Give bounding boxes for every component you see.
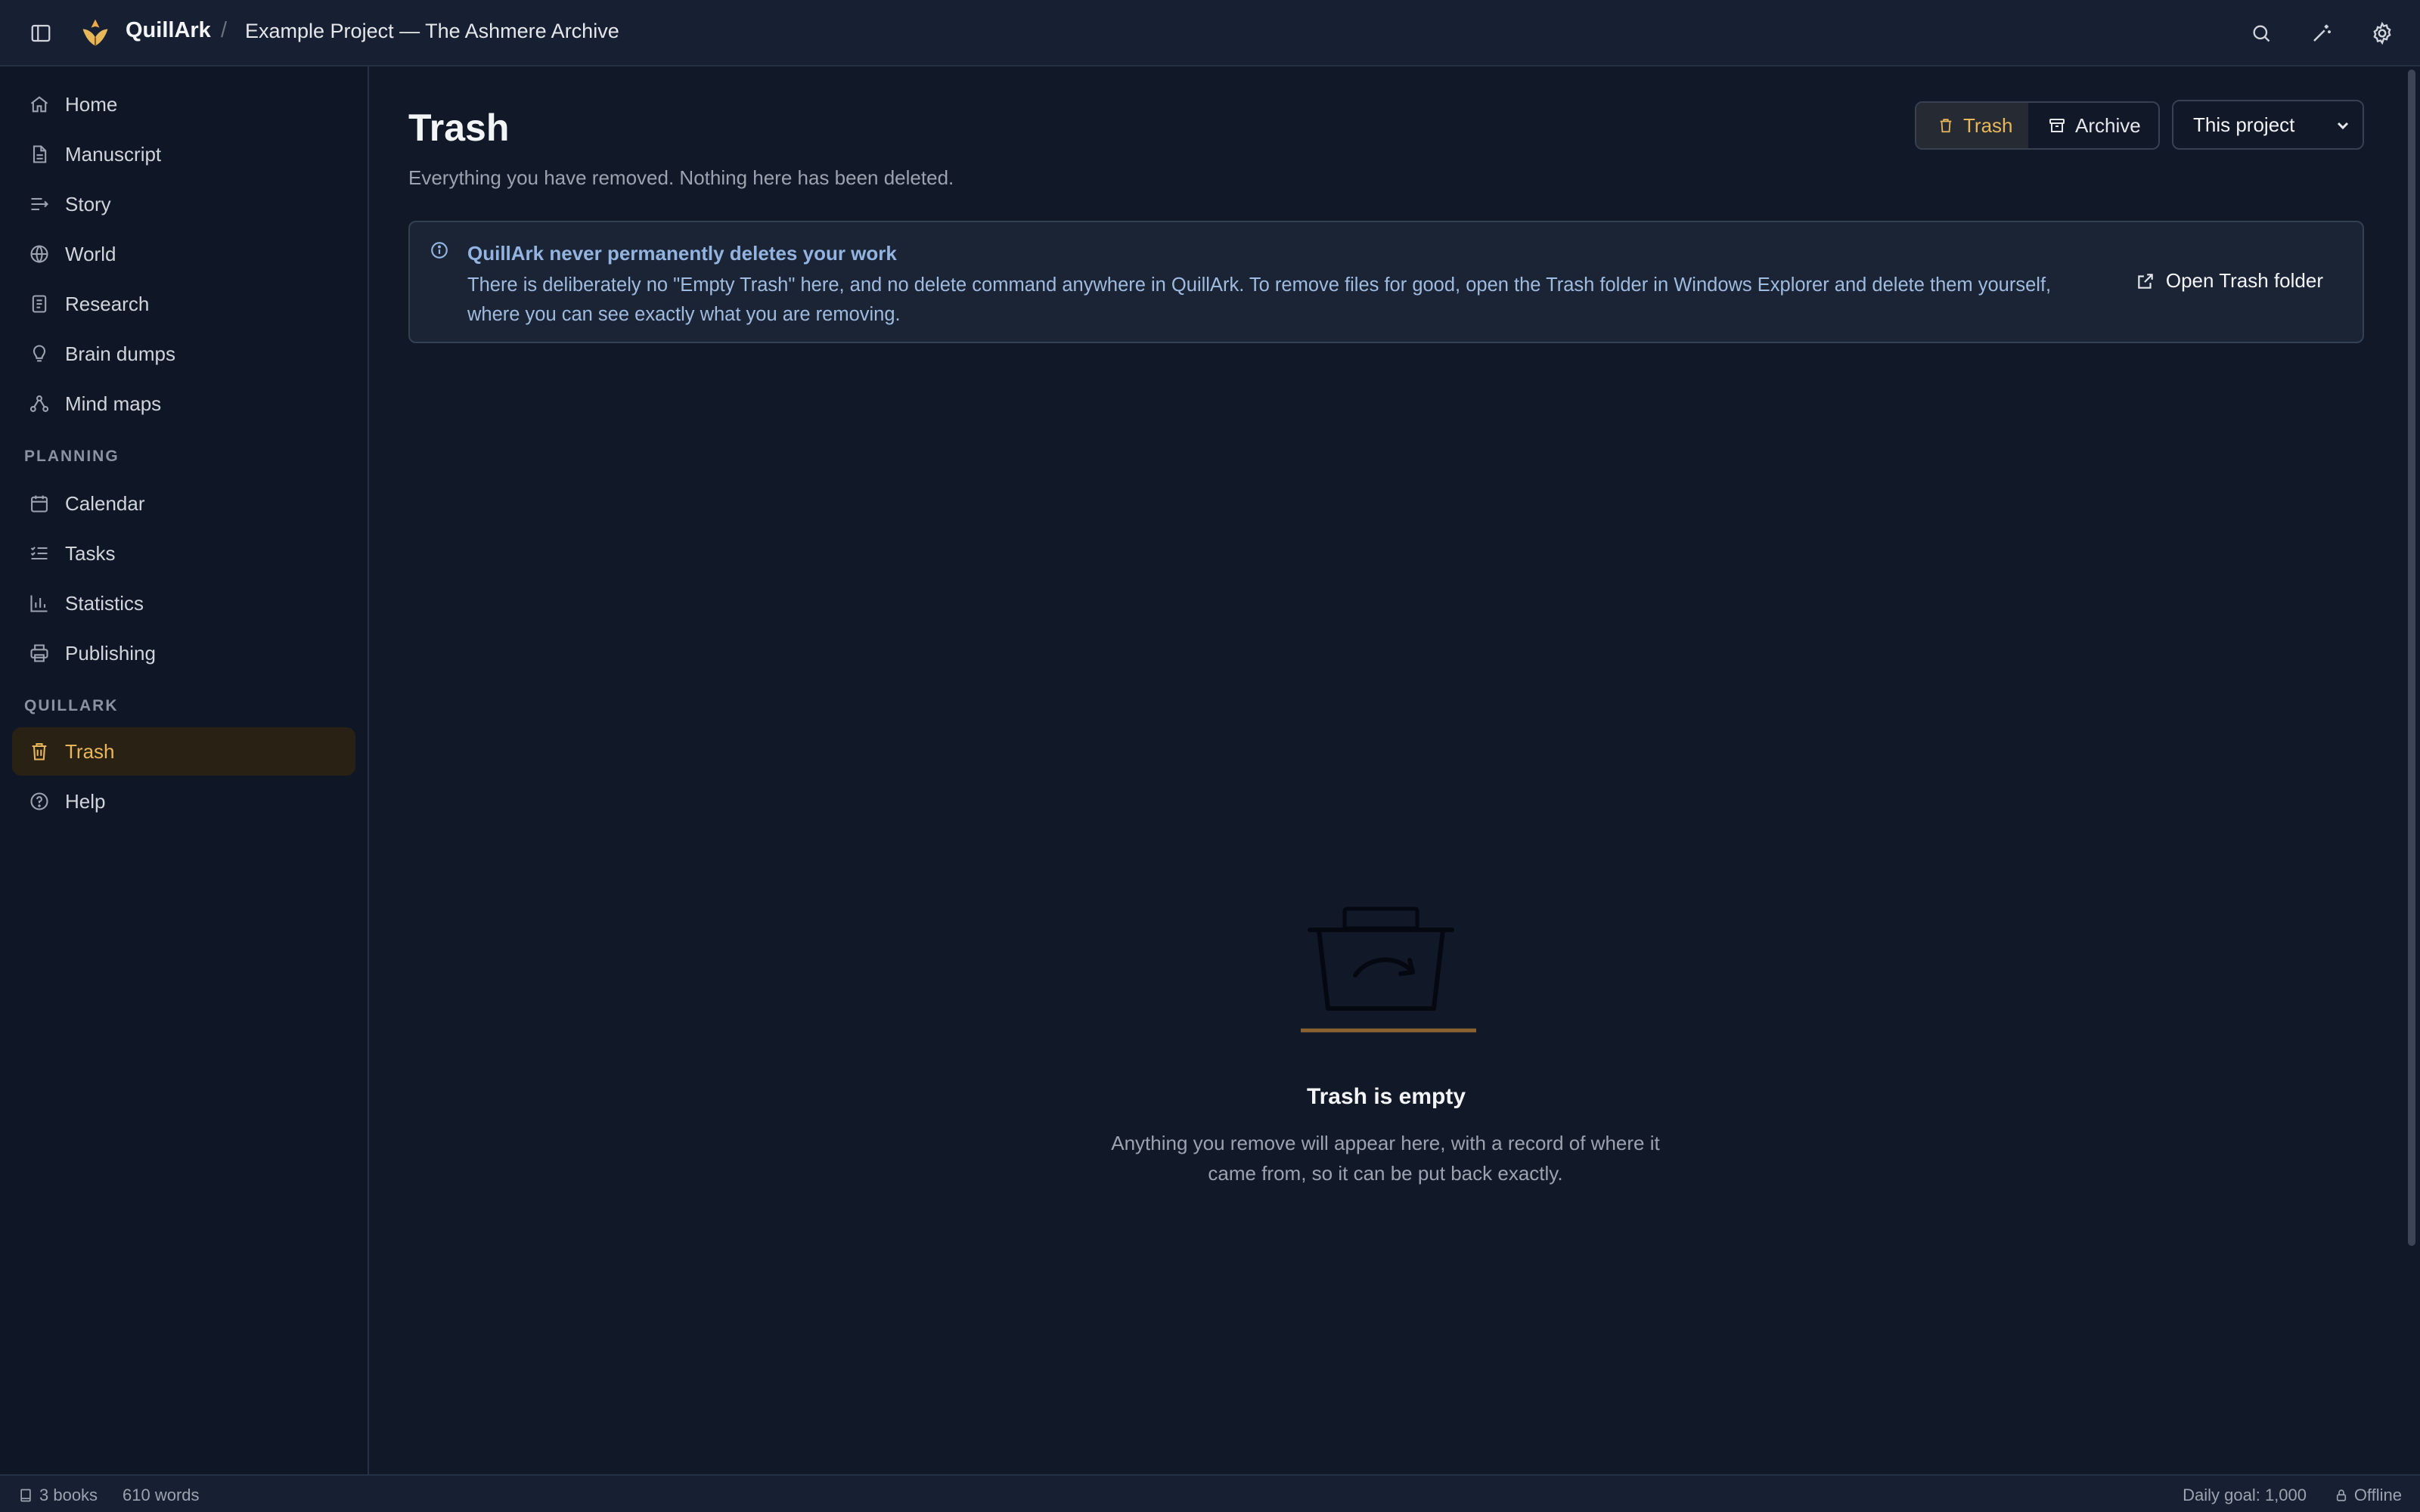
search-icon[interactable] <box>2240 12 2282 54</box>
sidebar-item-help[interactable]: Help <box>12 777 355 826</box>
sidebar: Home Manuscript Story World Research Bra… <box>0 67 369 1474</box>
main-scrollbar[interactable] <box>2408 70 2415 1246</box>
toggle-trash-label: Trash <box>1963 113 2013 137</box>
chart-icon <box>26 590 53 617</box>
help-icon <box>26 788 53 815</box>
toggle-archive-button[interactable]: Archive <box>2028 103 2158 148</box>
connection-status-label: Offline <box>2353 1486 2402 1504</box>
sidebar-item-mind-maps[interactable]: Mind maps <box>12 380 355 428</box>
sidebar-item-label: Trash <box>65 739 115 763</box>
sidebar-item-research[interactable]: Research <box>12 280 355 328</box>
sidebar-item-label: Help <box>65 789 106 813</box>
sidebar-item-brain-dumps[interactable]: Brain dumps <box>12 330 355 378</box>
page-title: Trash <box>408 107 510 149</box>
books-count-label: 3 books <box>39 1486 98 1504</box>
status-bar: 3 books 610 words Daily goal: 1,000 Offl… <box>0 1474 2420 1512</box>
sidebar-item-label: Publishing <box>65 641 156 665</box>
sidebar-item-label: Tasks <box>65 541 116 565</box>
sidebar-item-manuscript[interactable]: Manuscript <box>12 130 355 178</box>
empty-trash-illustration <box>1301 906 1476 1033</box>
sidebar-item-statistics[interactable]: Statistics <box>12 579 355 627</box>
sidebar-item-label: World <box>65 242 116 265</box>
globe-icon <box>26 240 53 268</box>
scope-select-value: This project <box>2193 113 2295 136</box>
trash-archive-toggle: Trash Archive <box>1915 101 2160 150</box>
sidebar-item-label: Calendar <box>65 491 145 515</box>
printer-icon <box>26 640 53 667</box>
sidebar-item-label: Statistics <box>65 591 144 615</box>
trash-icon <box>1940 119 1952 133</box>
sidebar-item-home[interactable]: Home <box>12 80 355 129</box>
trash-icon <box>26 738 53 765</box>
book-icon <box>20 1489 31 1502</box>
books-count[interactable]: 3 books <box>18 1486 98 1505</box>
info-banner: QuillArk never permanently deletes your … <box>408 221 2364 343</box>
story-lines-icon <box>26 191 53 218</box>
info-body: There is deliberately no "Empty Trash" h… <box>467 274 2052 325</box>
sidebar-item-world[interactable]: World <box>12 230 355 278</box>
sidebar-item-trash[interactable]: Trash <box>12 727 355 776</box>
sidebar-item-calendar[interactable]: Calendar <box>12 479 355 528</box>
sidebar-item-story[interactable]: Story <box>12 180 355 228</box>
lock-icon <box>2336 1489 2346 1501</box>
sidebar-item-tasks[interactable]: Tasks <box>12 529 355 578</box>
notes-icon <box>26 290 53 318</box>
breadcrumb-project[interactable]: Example Project — The Ashmere Archive <box>245 20 619 43</box>
daily-goal[interactable]: Daily goal: 1,000 <box>2183 1486 2307 1505</box>
sidebar-toggle-icon[interactable] <box>20 12 62 54</box>
external-link-icon <box>2138 273 2153 289</box>
scope-select[interactable]: This project <box>2172 100 2364 150</box>
top-bar: QuillArk / Example Project — The Ashmere… <box>0 0 2420 67</box>
calendar-icon <box>26 490 53 517</box>
tasks-icon <box>26 540 53 567</box>
empty-state-title: Trash is empty <box>1306 1084 1466 1109</box>
sidebar-item-label: Manuscript <box>65 142 162 166</box>
open-trash-folder-label: Open Trash folder <box>2165 269 2323 292</box>
toggle-trash-button[interactable]: Trash <box>1916 103 2028 148</box>
info-icon <box>431 242 448 259</box>
sidebar-section-quillark: QUILLARK <box>24 697 119 714</box>
page-subtitle: Everything you have removed. Nothing her… <box>408 166 954 189</box>
sidebar-item-label: Brain dumps <box>65 342 175 365</box>
sidebar-section-planning: PLANNING <box>24 448 119 465</box>
sidebar-item-label: Story <box>65 192 111 215</box>
archive-icon <box>2049 119 2065 132</box>
gear-icon[interactable] <box>2361 12 2403 54</box>
document-icon <box>26 141 53 168</box>
lightbulb-icon <box>26 340 53 367</box>
open-trash-folder-button[interactable]: Open Trash folder <box>2136 269 2323 293</box>
sidebar-item-label: Mind maps <box>65 392 162 415</box>
sidebar-item-publishing[interactable]: Publishing <box>12 629 355 677</box>
chevron-down-icon <box>2337 122 2349 130</box>
sidebar-item-label: Home <box>65 92 118 116</box>
app-name[interactable]: QuillArk <box>126 18 211 43</box>
mindmap-icon <box>26 390 53 417</box>
empty-state-body: Anything you remove will appear here, wi… <box>1111 1132 1660 1185</box>
magic-wand-icon[interactable] <box>2301 12 2343 54</box>
quillark-logo <box>79 17 112 50</box>
home-icon <box>26 91 53 118</box>
connection-status: Offline <box>2335 1486 2402 1505</box>
word-count: 610 words <box>123 1486 200 1504</box>
info-title: QuillArk never permanently deletes your … <box>467 242 897 265</box>
breadcrumb-separator: / <box>221 18 228 42</box>
sidebar-item-label: Research <box>65 292 150 315</box>
toggle-archive-label: Archive <box>2075 113 2141 137</box>
